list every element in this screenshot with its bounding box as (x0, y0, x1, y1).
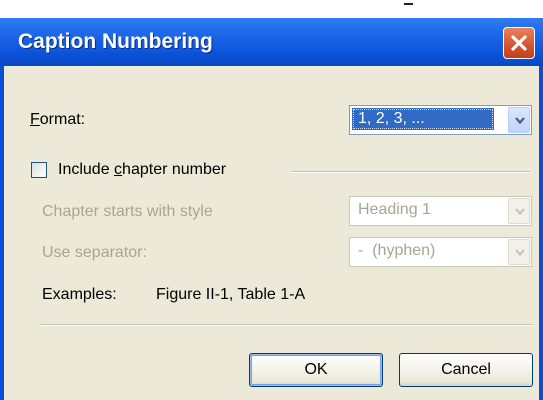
chevron-down-icon (515, 117, 525, 125)
separator-dropdown-button[interactable] (508, 239, 530, 265)
close-button[interactable] (503, 27, 535, 59)
bottom-separator-line (41, 324, 532, 326)
include-chapter-checkbox[interactable] (31, 162, 47, 178)
include-chapter-label[interactable]: Include chapter number (58, 161, 226, 179)
format-dropdown-button[interactable] (508, 107, 530, 133)
dialog-body: Format: 1, 2, 3, ... Include chapter num… (4, 66, 539, 400)
chapter-style-value: Heading 1 (358, 201, 431, 218)
chapter-style-dropdown-button[interactable] (508, 198, 530, 224)
separator-label: Use separator: (42, 244, 147, 261)
format-dropdown[interactable]: 1, 2, 3, ... (349, 105, 532, 135)
title-bar[interactable]: Caption Numbering (0, 18, 543, 66)
caption-numbering-dialog: Caption Numbering Format: 1, 2, 3, ... I… (0, 18, 543, 400)
chevron-down-icon (515, 208, 525, 216)
background-strip (0, 0, 543, 18)
chapter-style-dropdown[interactable]: Heading 1 (349, 196, 532, 226)
separator-value: - (hyphen) (358, 242, 436, 259)
dialog-title: Caption Numbering (18, 30, 213, 53)
format-label: Format: (30, 111, 86, 128)
ok-button[interactable]: OK (249, 353, 383, 387)
cursor-fragment (404, 3, 413, 5)
cancel-button[interactable]: Cancel (399, 353, 533, 387)
group-separator-line (292, 171, 530, 173)
chapter-style-label: Chapter starts with style (42, 203, 213, 220)
chevron-down-icon (515, 249, 525, 257)
examples-label: Examples: (42, 286, 117, 303)
separator-dropdown[interactable]: - (hyphen) (349, 237, 532, 267)
examples-text: Figure II-1, Table 1-A (156, 286, 306, 303)
close-icon (511, 35, 527, 51)
format-selected-value: 1, 2, 3, ... (352, 108, 494, 130)
